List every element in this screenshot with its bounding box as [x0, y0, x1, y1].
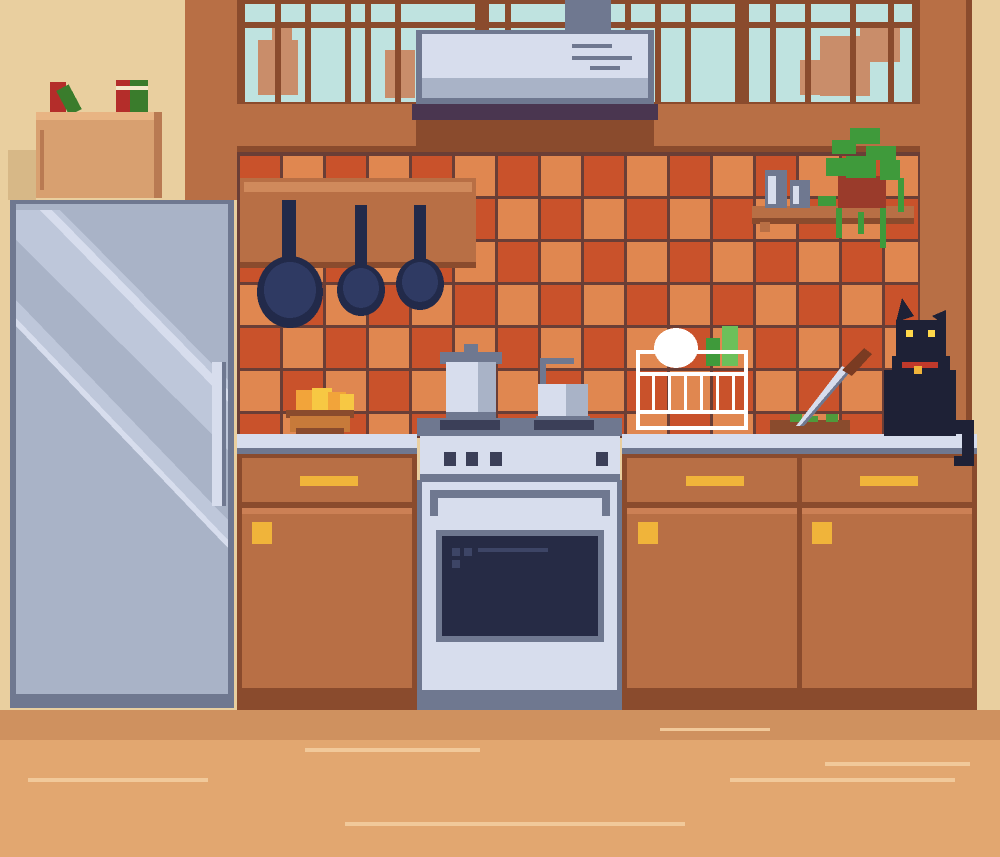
door-right-knob: [812, 522, 832, 544]
backsplash-tile: [842, 242, 882, 282]
backsplash-tile: [799, 242, 839, 282]
backsplash-tile: [584, 156, 624, 196]
backsplash-tile: [369, 414, 409, 436]
storage-box: [36, 112, 162, 198]
backsplash-tile: [756, 328, 796, 368]
backsplash-tile: [584, 285, 624, 325]
backsplash-tile: [498, 285, 538, 325]
backsplash-tile: [498, 242, 538, 282]
spice-jar-2: [790, 180, 810, 208]
backsplash-tile: [885, 242, 918, 282]
backsplash-tile: [455, 285, 495, 325]
countertop-left: [237, 434, 417, 454]
backsplash-tile: [713, 285, 753, 325]
wood-post-right-edge: [966, 0, 972, 440]
backsplash-tile: [842, 371, 882, 411]
backsplash-tile: [498, 328, 538, 368]
backsplash-tile: [498, 156, 538, 196]
cabinet-right: [797, 454, 977, 710]
backsplash-tile: [756, 242, 796, 282]
fridge: [10, 200, 234, 708]
backsplash-tile: [670, 199, 710, 239]
backsplash-tile: [541, 156, 581, 196]
backsplash-tile: [670, 242, 710, 282]
backsplash-tile: [498, 371, 538, 411]
backsplash-tile: [541, 242, 581, 282]
backsplash-tile: [369, 328, 409, 368]
cat-eye-right: [928, 330, 935, 337]
oven-handle: [430, 490, 610, 498]
stock-pot: [440, 344, 502, 420]
countertop-right: [622, 434, 977, 454]
backsplash-tile: [369, 371, 409, 411]
door-middle-knob: [638, 522, 658, 544]
spice-jar-1: [765, 170, 787, 208]
backsplash-tile: [240, 414, 280, 436]
drawer-middle-handle: [686, 476, 744, 486]
backsplash-tile: [498, 199, 538, 239]
cat-eye-left: [906, 330, 913, 337]
backsplash-tile: [756, 371, 796, 411]
backsplash-tile: [627, 156, 667, 196]
backsplash-tile: [713, 242, 753, 282]
oven: [417, 480, 622, 710]
backsplash-tile: [670, 156, 710, 196]
backsplash-tile: [584, 328, 624, 368]
floor-shadow: [0, 710, 1000, 740]
stove: [417, 418, 622, 482]
kitchen-scene: [0, 0, 1000, 857]
box-shadow-wall: [8, 150, 36, 200]
burner-grate: [440, 420, 500, 430]
backsplash-tile: [627, 199, 667, 239]
plate: [654, 328, 698, 368]
backsplash-tile: [283, 328, 323, 368]
backsplash-tile: [627, 285, 667, 325]
backsplash-tile: [326, 328, 366, 368]
backsplash-tile: [240, 328, 280, 368]
backsplash-tile: [627, 414, 667, 436]
backsplash-tile: [713, 156, 753, 196]
backsplash-tile: [541, 285, 581, 325]
backsplash-tile: [670, 414, 710, 436]
backsplash-tile: [756, 285, 796, 325]
cabinet-left: [237, 454, 417, 710]
backsplash-tile: [799, 285, 839, 325]
drawer-right-handle: [860, 476, 918, 486]
door-left-knob: [252, 522, 272, 544]
backsplash-tile: [713, 199, 753, 239]
drawer-left-handle: [300, 476, 358, 486]
cabinet-middle: [622, 454, 802, 710]
backsplash-tile: [541, 199, 581, 239]
backsplash-tile: [627, 242, 667, 282]
backsplash-tile: [842, 285, 882, 325]
backsplash-tile: [584, 199, 624, 239]
backsplash-tile: [627, 371, 667, 411]
backsplash-tile: [670, 371, 710, 411]
fruit-bowl: [286, 388, 354, 434]
backsplash-tile: [584, 242, 624, 282]
backsplash-tile: [670, 285, 710, 325]
backsplash-tile: [240, 371, 280, 411]
wood-post-left: [185, 0, 237, 200]
backsplash-tile: [584, 371, 624, 411]
backsplash-tile: [799, 328, 839, 368]
